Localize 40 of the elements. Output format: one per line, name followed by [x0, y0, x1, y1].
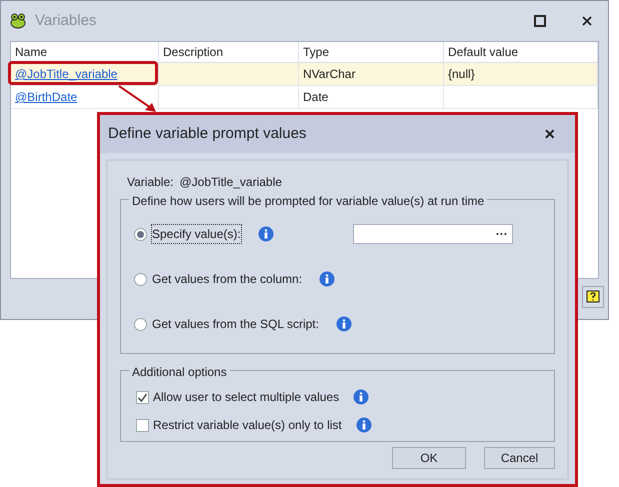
checkbox[interactable] — [136, 418, 149, 432]
variable-link[interactable]: @BirthDate — [15, 88, 78, 106]
value-field[interactable]: ··· — [352, 224, 513, 244]
dialog-button[interactable]: Cancel — [484, 447, 555, 469]
checkbox-label[interactable]: Allow user to select multiple values — [153, 388, 340, 406]
radio-button[interactable] — [134, 272, 147, 286]
info-icon — [336, 316, 352, 332]
table-row[interactable]: @JobTitle_variable NVarChar {null} — [11, 63, 598, 86]
close-icon[interactable] — [582, 16, 592, 26]
table-cell-text: Date — [303, 89, 328, 106]
table-cell-text: NVarChar — [303, 66, 356, 83]
variable-label: Variable: — [127, 174, 174, 191]
variable-name: @JobTitle_variable — [179, 174, 282, 191]
checkbox-label[interactable]: Restrict variable value(s) only to list — [153, 416, 342, 434]
info-icon — [319, 271, 336, 287]
maximize-icon[interactable] — [534, 15, 546, 27]
info-icon — [258, 226, 274, 242]
info-icon — [356, 417, 372, 433]
radio-label[interactable]: Specify value(s): — [152, 225, 241, 243]
variable-link[interactable]: @JobTitle_variable — [15, 65, 118, 83]
column-header[interactable]: Description — [159, 42, 299, 62]
close-button[interactable]: × — [544, 125, 555, 143]
radio-label[interactable]: Get values from the column: — [152, 270, 302, 288]
column-header[interactable]: Type — [299, 42, 444, 62]
window-title: Variables — [35, 10, 98, 31]
browse-button[interactable]: ··· — [496, 228, 508, 240]
column-header[interactable]: Name — [11, 42, 159, 62]
help-button[interactable] — [582, 286, 604, 308]
help-icon — [586, 290, 600, 304]
dialog-button[interactable]: OK — [392, 447, 466, 469]
info-icon — [353, 389, 370, 405]
dialog-title: Define variable prompt values — [108, 124, 308, 144]
column-header[interactable]: Default value — [444, 42, 598, 62]
radio-button[interactable] — [134, 318, 147, 330]
checkbox[interactable] — [136, 390, 149, 404]
radio-button[interactable] — [134, 228, 147, 240]
table-cell-text: {null} — [448, 66, 475, 83]
radio-label[interactable]: Get values from the SQL script: — [152, 315, 319, 333]
table-row[interactable]: @BirthDate Date — [11, 86, 598, 109]
frog-icon — [9, 12, 27, 30]
